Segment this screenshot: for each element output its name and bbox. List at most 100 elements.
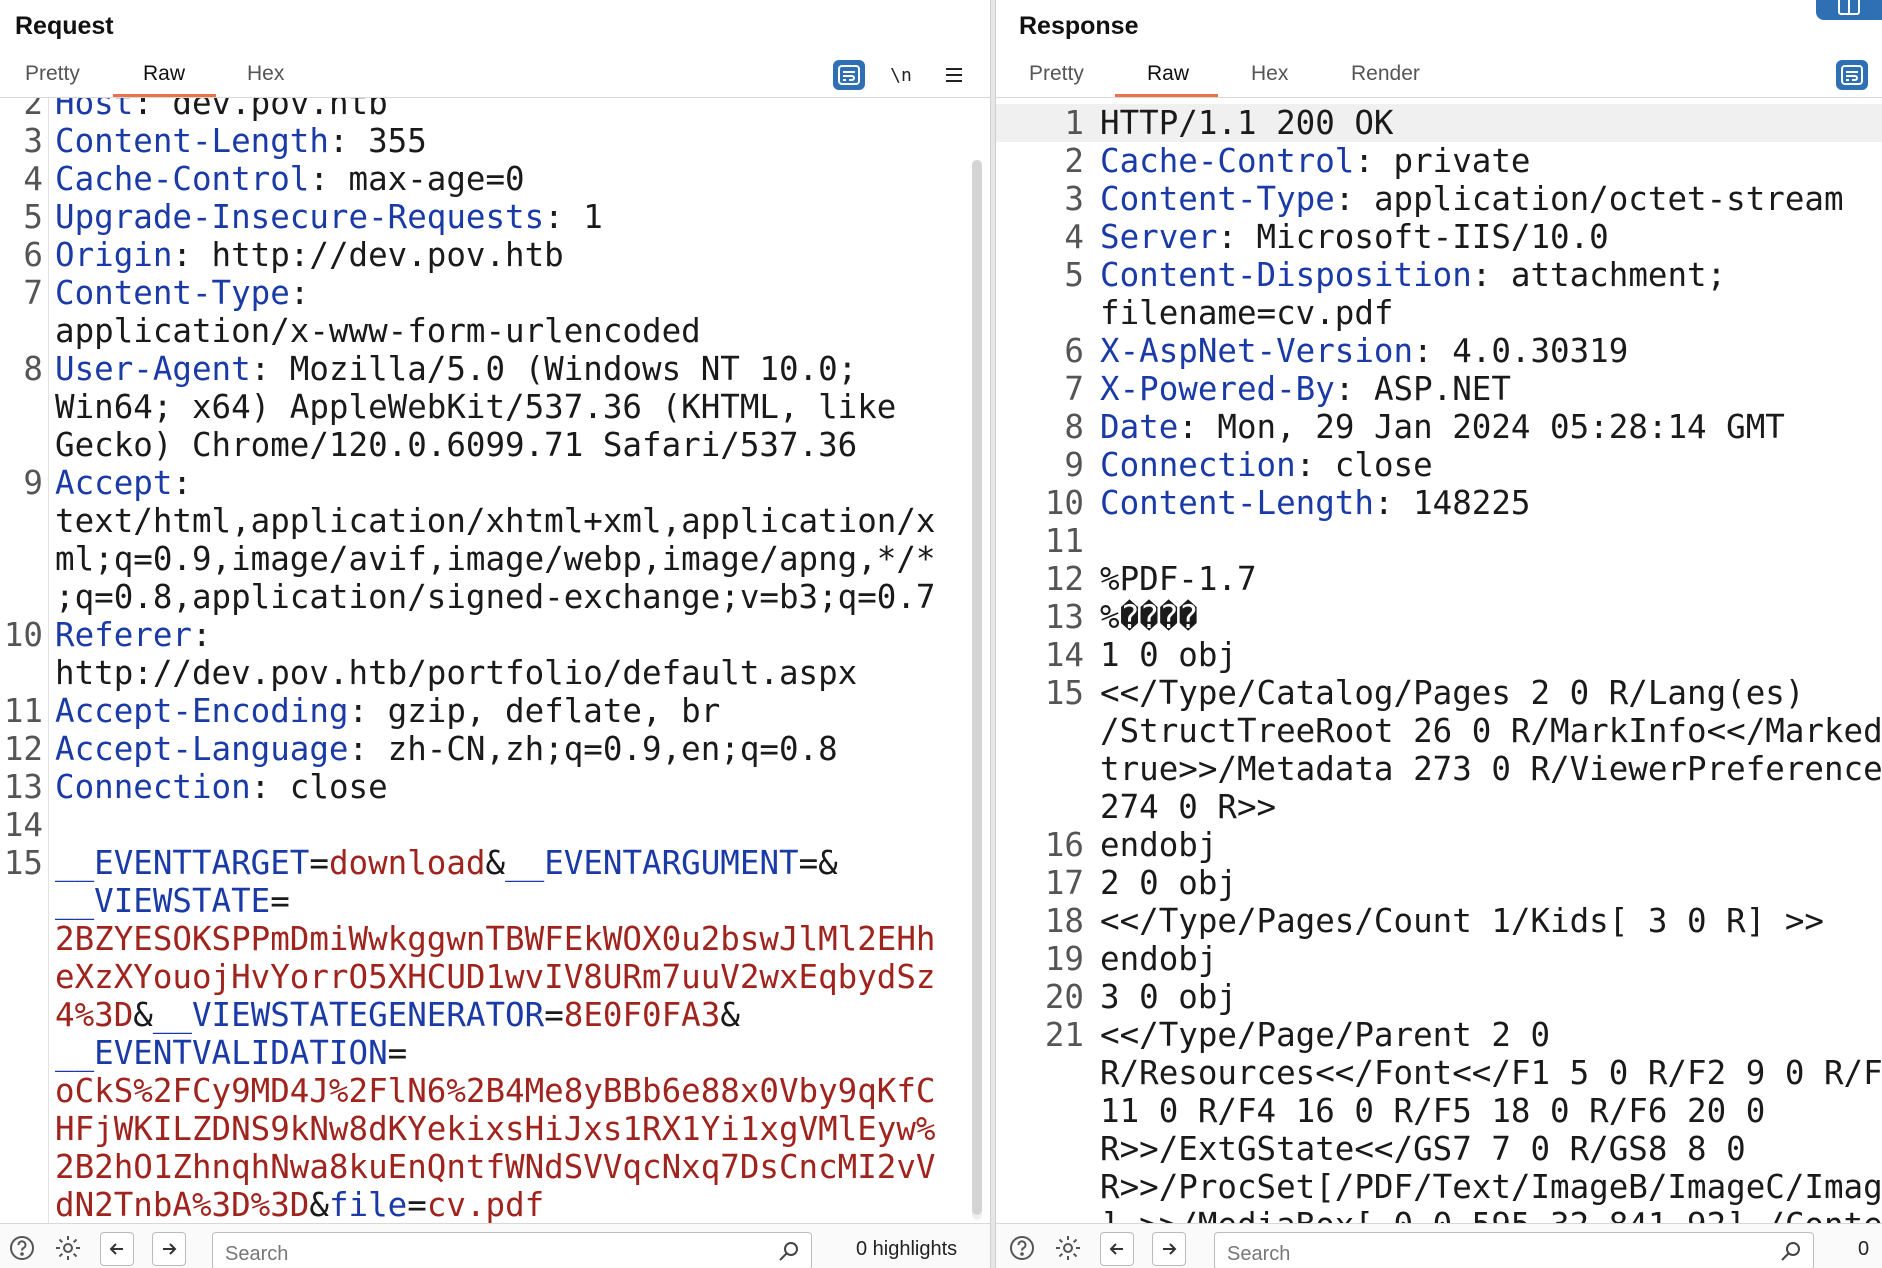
arrow-right-icon [163, 1243, 177, 1255]
code-text: filename=cv.pdf [1100, 294, 1394, 332]
line-content: dN2TnbA%3D%3D&file=cv.pdf [0, 1186, 990, 1223]
response-next-match-button[interactable] [1152, 1232, 1186, 1266]
line-content: R>>/ProcSet[/PDF/Text/ImageB/ImageC/Imag… [996, 1168, 1882, 1206]
line-content: Connection: close [996, 446, 1882, 484]
param-value: 4%3D [55, 996, 134, 1034]
line-content: endobj [996, 826, 1882, 864]
code-text: : Mozilla/5.0 (Windows NT 10.0; [250, 350, 858, 388]
response-tab-hex[interactable]: Hex [1251, 62, 1288, 86]
response-tab-render[interactable]: Render [1351, 62, 1420, 86]
code-line: 9 Connection: close [996, 446, 1882, 484]
code-text: <</Type/Catalog/Pages 2 0 R/Lang(es) [1100, 674, 1805, 712]
param-key: __EVENTVALIDATION [55, 1034, 388, 1072]
line-content: Cache-Control: max-age=0 [0, 160, 990, 198]
code-text: Win64; x64) AppleWebKit/537.36 (KHTML, l… [55, 388, 897, 426]
code-text: & [720, 996, 740, 1034]
request-search-input[interactable] [213, 1233, 716, 1268]
code-line: 2 Host: dev.pov.htb [0, 98, 990, 122]
code-text: : attachment; [1471, 256, 1727, 294]
response-help-button[interactable] [1006, 1232, 1038, 1264]
newline-toggle-button[interactable]: \n [885, 60, 917, 90]
search-icon[interactable] [777, 1239, 801, 1263]
arrow-left-icon [109, 1243, 123, 1255]
header-name: Accept-Encoding [55, 692, 349, 730]
code-text: : application/octet-stream [1334, 180, 1844, 218]
line-content: 1 0 obj [996, 636, 1882, 674]
code-line: 11 Accept-Encoding: gzip, deflate, br [0, 692, 990, 730]
code-text: : 355 [328, 122, 427, 160]
response-wrap-lines-button[interactable] [1836, 60, 1868, 90]
response-search-box[interactable] [1214, 1232, 1814, 1268]
code-text: endobj [1100, 826, 1218, 864]
header-name: Connection [1100, 446, 1296, 484]
code-line: 14 [0, 806, 990, 844]
code-line: 18 <</Type/Pages/Count 1/Kids[ 3 0 R] >> [996, 902, 1882, 940]
response-editor[interactable]: 1 HTTP/1.1 200 OK 2 Cache-Control: private 3… [996, 98, 1882, 1223]
line-number: 4 [23, 160, 43, 198]
response-footer: 0 [996, 1223, 1882, 1268]
code-text: = [544, 996, 564, 1034]
code-text: ;q=0.8,application/signed-exchange;v=b3;… [55, 578, 936, 616]
previous-match-button[interactable] [100, 1232, 134, 1266]
request-tab-raw[interactable]: Raw [143, 62, 185, 86]
header-name: X-Powered-By [1100, 370, 1335, 408]
code-text: & [133, 996, 153, 1034]
param-value: eXzXYouojHvYorrO5XHCUD1wvIV8URm7uuV2wxEq… [55, 958, 936, 996]
next-match-button[interactable] [152, 1232, 186, 1266]
line-content: %PDF-1.7 [996, 560, 1882, 598]
help-button[interactable] [6, 1232, 38, 1264]
line-content: HFjWKILZDNS9kNw8dKYekixsHiJxs1RX1Yi1xgVM… [0, 1110, 990, 1148]
code-line: filename=cv.pdf [996, 294, 1882, 332]
request-search-box[interactable] [212, 1232, 812, 1268]
code-text: 3 0 obj [1100, 978, 1237, 1016]
code-text: : [191, 616, 212, 654]
help-icon [10, 1236, 34, 1260]
request-code: 2 Host: dev.pov.htb 3 Content-Length: 355 4 C… [0, 98, 990, 1223]
request-scrollbar-thumb[interactable] [972, 160, 982, 1215]
line-content: %���� [996, 598, 1882, 636]
code-line: 12 %PDF-1.7 [996, 560, 1882, 598]
header-name: Accept [55, 464, 173, 502]
request-tab-hex[interactable]: Hex [247, 62, 284, 86]
code-line: __EVENTVALIDATION= [0, 1034, 990, 1072]
layout-toggle-button[interactable] [1816, 0, 1882, 20]
code-text: = [309, 844, 329, 882]
code-text: true>>/Metadata 273 0 R/ViewerPreference… [1100, 750, 1882, 788]
request-scrollbar[interactable] [972, 160, 982, 1220]
param-key: file [328, 1186, 408, 1223]
response-tab-raw[interactable]: Raw [1147, 62, 1189, 86]
code-line: 274 0 R>> [996, 788, 1882, 826]
code-line: Gecko) Chrome/120.0.6099.71 Safari/537.3… [0, 426, 990, 464]
code-line: 2 Cache-Control: private [996, 142, 1882, 180]
search-icon[interactable] [1779, 1239, 1803, 1263]
wrap-lines-button[interactable] [833, 60, 865, 90]
line-number: 18 [1044, 902, 1084, 940]
response-tab-pretty[interactable]: Pretty [1029, 62, 1084, 86]
line-content: 11 0 R/F4 16 0 R/F5 18 0 R/F6 20 0 [996, 1092, 1882, 1130]
header-name: Content-Length [1100, 484, 1374, 522]
line-content [996, 522, 1882, 560]
code-line: 4 Server: Microsoft-IIS/10.0 [996, 218, 1882, 256]
code-text: : ASP.NET [1334, 370, 1511, 408]
line-number: 21 [1044, 1016, 1084, 1054]
header-name: Cache-Control [1100, 142, 1355, 180]
response-search-input[interactable] [1215, 1233, 1718, 1268]
code-line: 6 Origin: http://dev.pov.htb [0, 236, 990, 274]
response-previous-match-button[interactable] [1100, 1232, 1134, 1266]
settings-button[interactable] [52, 1232, 84, 1264]
request-tab-pretty[interactable]: Pretty [25, 62, 80, 86]
line-content: __VIEWSTATE= [0, 882, 990, 920]
line-content: <</Type/Page/Parent 2 0 [996, 1016, 1882, 1054]
code-text: HTTP/1.1 200 OK [1100, 104, 1394, 142]
line-number: 17 [1044, 864, 1084, 902]
line-number: 5 [23, 198, 43, 236]
request-editor[interactable]: 2 Host: dev.pov.htb 3 Content-Length: 355 4 C… [0, 98, 990, 1223]
response-settings-button[interactable] [1052, 1232, 1084, 1264]
code-line: 17 2 0 obj [996, 864, 1882, 902]
line-number: 20 [1044, 978, 1084, 1016]
gear-icon [56, 1236, 80, 1260]
code-text: : [172, 464, 192, 502]
code-line: R>>/ExtGState<</GS7 7 0 R/GS8 8 0 [996, 1130, 1882, 1168]
options-menu-button[interactable] [938, 60, 970, 90]
param-value: HFjWKILZDNS9kNw8dKYekixsHiJxs1RX1Yi1xgVM… [55, 1110, 936, 1148]
